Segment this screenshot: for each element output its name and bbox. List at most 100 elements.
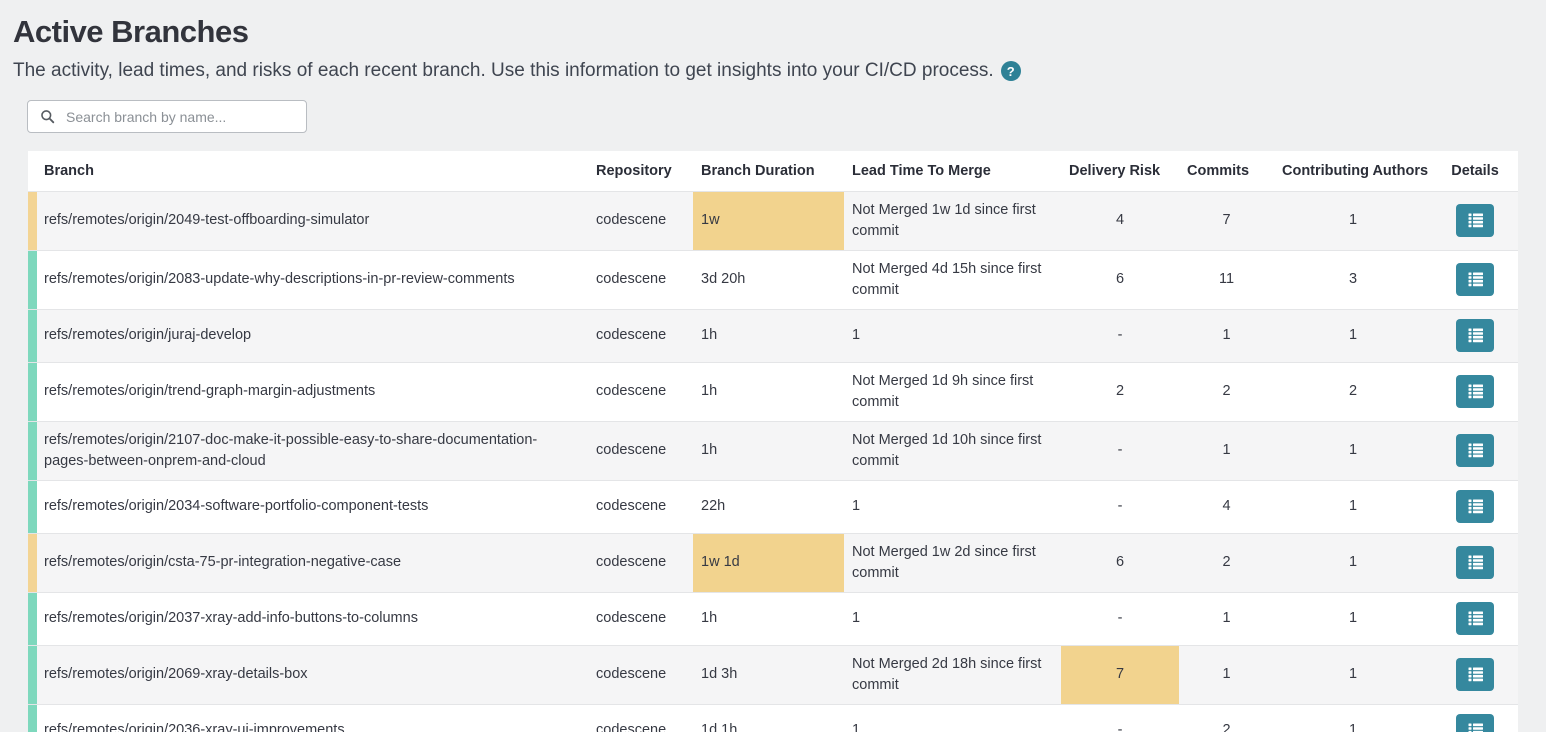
column-header-commits: Commits [1179, 151, 1274, 191]
commits-cell: 1 [1179, 645, 1274, 704]
repository-cell: codescene [588, 533, 693, 592]
authors-cell: 1 [1274, 309, 1432, 362]
lead-time-cell: 1 [844, 704, 1061, 732]
lead-time-cell: Not Merged 1w 1d since first commit [844, 191, 1061, 250]
details-button[interactable] [1456, 434, 1494, 467]
table-row: refs/remotes/origin/2069-xray-details-bo… [28, 645, 1518, 704]
risk-indicator [28, 191, 37, 250]
table-row: refs/remotes/origin/juraj-develop codesc… [28, 309, 1518, 362]
repository-cell: codescene [588, 704, 693, 732]
authors-cell: 1 [1274, 480, 1432, 533]
branches-table-container: Branch Repository Branch Duration Lead T… [28, 151, 1518, 732]
branch-duration-cell: 1h [693, 309, 844, 362]
risk-indicator [28, 250, 37, 309]
column-header-branch: Branch [37, 151, 588, 191]
details-cell [1432, 480, 1518, 533]
details-button[interactable] [1456, 263, 1494, 296]
risk-indicator [28, 309, 37, 362]
authors-cell: 2 [1274, 362, 1432, 421]
branch-cell: refs/remotes/origin/2107-doc-make-it-pos… [37, 421, 588, 480]
branch-duration-cell: 1h [693, 421, 844, 480]
table-row: refs/remotes/origin/2036-xray-ui-improve… [28, 704, 1518, 732]
commits-cell: 1 [1179, 421, 1274, 480]
column-header-repository: Repository [588, 151, 693, 191]
details-button[interactable] [1456, 490, 1494, 523]
delivery-risk-cell: - [1061, 592, 1179, 645]
branch-duration-cell: 3d 20h [693, 250, 844, 309]
commits-cell: 2 [1179, 533, 1274, 592]
details-button[interactable] [1456, 658, 1494, 691]
risk-indicator [28, 592, 37, 645]
lead-time-cell: Not Merged 1d 9h since first commit [844, 362, 1061, 421]
column-header-details: Details [1432, 151, 1518, 191]
risk-indicator [28, 421, 37, 480]
list-icon [1467, 611, 1484, 626]
branch-cell: refs/remotes/origin/2049-test-offboardin… [37, 191, 588, 250]
details-cell [1432, 191, 1518, 250]
risk-indicator [28, 480, 37, 533]
repository-cell: codescene [588, 480, 693, 533]
table-row: refs/remotes/origin/2034-software-portfo… [28, 480, 1518, 533]
delivery-risk-cell: - [1061, 421, 1179, 480]
branch-duration-cell: 1d 1h [693, 704, 844, 732]
help-icon[interactable]: ? [1001, 61, 1021, 81]
subtitle-text: The activity, lead times, and risks of e… [13, 60, 994, 82]
commits-cell: 1 [1179, 309, 1274, 362]
lead-time-cell: 1 [844, 480, 1061, 533]
risk-indicator [28, 704, 37, 732]
details-button[interactable] [1456, 319, 1494, 352]
table-row: refs/remotes/origin/csta-75-pr-integrati… [28, 533, 1518, 592]
branch-duration-cell: 1h [693, 362, 844, 421]
search-box [27, 100, 307, 133]
column-header-lead-time: Lead Time To Merge [844, 151, 1061, 191]
lead-time-cell: Not Merged 1d 10h since first commit [844, 421, 1061, 480]
details-cell [1432, 250, 1518, 309]
commits-cell: 11 [1179, 250, 1274, 309]
branch-cell: refs/remotes/origin/csta-75-pr-integrati… [37, 533, 588, 592]
authors-cell: 1 [1274, 645, 1432, 704]
commits-cell: 2 [1179, 704, 1274, 732]
search-input[interactable] [64, 108, 298, 126]
details-cell [1432, 704, 1518, 732]
branch-duration-cell: 1d 3h [693, 645, 844, 704]
table-row: refs/remotes/origin/2107-doc-make-it-pos… [28, 421, 1518, 480]
list-icon [1467, 499, 1484, 514]
delivery-risk-cell: 6 [1061, 533, 1179, 592]
list-icon [1467, 384, 1484, 399]
column-header-branch-duration: Branch Duration [693, 151, 844, 191]
risk-indicator [28, 645, 37, 704]
lead-time-cell: 1 [844, 592, 1061, 645]
table-row: refs/remotes/origin/trend-graph-margin-a… [28, 362, 1518, 421]
branch-duration-cell: 1w [693, 191, 844, 250]
lead-time-cell: Not Merged 1w 2d since first commit [844, 533, 1061, 592]
branch-cell: refs/remotes/origin/juraj-develop [37, 309, 588, 362]
details-button[interactable] [1456, 714, 1494, 732]
delivery-risk-cell: 6 [1061, 250, 1179, 309]
branch-cell: refs/remotes/origin/2034-software-portfo… [37, 480, 588, 533]
risk-indicator [28, 362, 37, 421]
branch-cell: refs/remotes/origin/trend-graph-margin-a… [37, 362, 588, 421]
details-button[interactable] [1456, 546, 1494, 579]
branch-cell: refs/remotes/origin/2037-xray-add-info-b… [37, 592, 588, 645]
details-button[interactable] [1456, 602, 1494, 635]
details-cell [1432, 645, 1518, 704]
details-cell [1432, 421, 1518, 480]
authors-cell: 1 [1274, 421, 1432, 480]
repository-cell: codescene [588, 421, 693, 480]
table-header-row: Branch Repository Branch Duration Lead T… [28, 151, 1518, 191]
page-subtitle: The activity, lead times, and risks of e… [13, 60, 1546, 82]
branch-duration-cell: 1w 1d [693, 533, 844, 592]
active-branches-page: Active Branches The activity, lead times… [0, 14, 1546, 732]
branch-cell: refs/remotes/origin/2036-xray-ui-improve… [37, 704, 588, 732]
details-button[interactable] [1456, 204, 1494, 237]
details-button[interactable] [1456, 375, 1494, 408]
delivery-risk-cell: - [1061, 480, 1179, 533]
branch-cell: refs/remotes/origin/2069-xray-details-bo… [37, 645, 588, 704]
authors-cell: 3 [1274, 250, 1432, 309]
authors-cell: 1 [1274, 592, 1432, 645]
commits-cell: 1 [1179, 592, 1274, 645]
delivery-risk-cell: 2 [1061, 362, 1179, 421]
branch-duration-cell: 1h [693, 592, 844, 645]
delivery-risk-cell: 7 [1061, 645, 1179, 704]
details-cell [1432, 309, 1518, 362]
